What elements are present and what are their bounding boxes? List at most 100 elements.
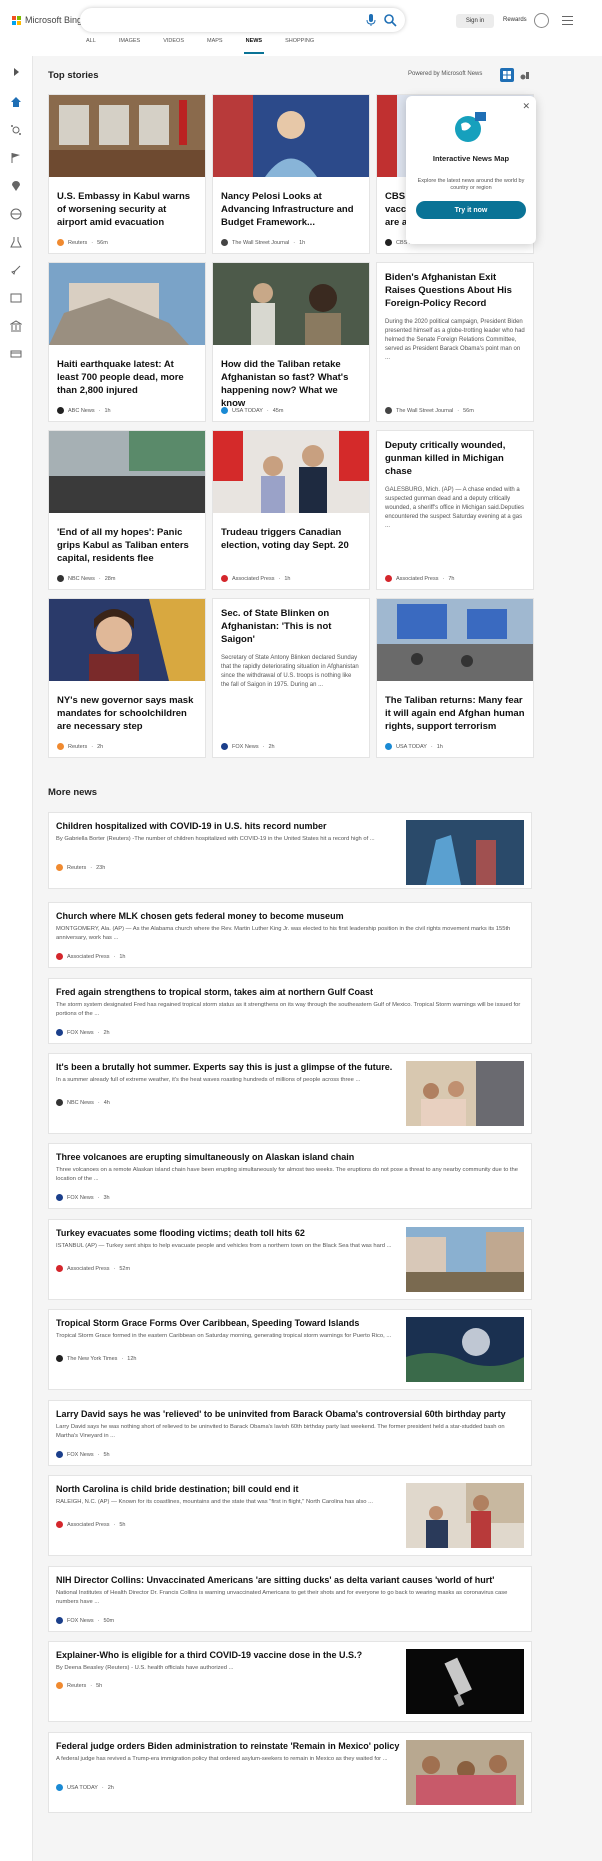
map-view-icon[interactable] (518, 68, 532, 82)
story-title[interactable]: Haiti earthquake latest: At least 700 pe… (49, 358, 205, 397)
story-title[interactable]: Deputy critically wounded, gunman killed… (377, 439, 533, 478)
tab-maps[interactable]: MAPS (207, 38, 223, 56)
source-name: FOX News (67, 1194, 94, 1201)
tab-shopping[interactable]: SHOPPING (285, 38, 314, 56)
story-card[interactable]: Deputy critically wounded, gunman killed… (376, 430, 534, 590)
story-title[interactable]: NY's new governor says mask mandates for… (49, 694, 205, 733)
story-card[interactable]: Haiti earthquake latest: At least 700 pe… (48, 262, 206, 422)
source-name: ABC News (68, 407, 95, 414)
tab-images[interactable]: IMAGES (119, 38, 140, 56)
story-title[interactable]: How did the Taliban retake Afghanistan s… (213, 358, 369, 410)
story-title[interactable]: Sec. of State Blinken on Afghanistan: 'T… (213, 607, 369, 646)
grid-view-icon[interactable] (500, 68, 514, 82)
cbs-logo-icon (385, 239, 392, 246)
wsj-logo-icon (221, 239, 228, 246)
story-card[interactable]: Nancy Pelosi Looks at Advancing Infrastr… (212, 94, 370, 254)
story-card[interactable]: U.S. Embassy in Kabul warns of worsening… (48, 94, 206, 254)
story-title[interactable]: Nancy Pelosi Looks at Advancing Infrastr… (213, 190, 369, 229)
source-name: NBC News (68, 575, 95, 582)
more-news-heading: More news (48, 787, 98, 798)
news-title[interactable]: Three volcanoes are erupting simultaneou… (56, 1151, 354, 1163)
story-title[interactable]: U.S. Embassy in Kabul warns of worsening… (49, 190, 205, 229)
flag-icon[interactable] (10, 152, 22, 164)
science-icon[interactable] (10, 236, 22, 248)
news-list-item[interactable]: North Carolina is child bride destinatio… (48, 1475, 532, 1556)
location-pin-icon[interactable] (10, 180, 22, 192)
news-list-item[interactable]: Explainer-Who is eligible for a third CO… (48, 1641, 532, 1722)
ap-logo-icon (385, 575, 392, 582)
tab-news[interactable]: NEWS (243, 38, 264, 56)
map-popup-description: Explore the latest news around the world… (417, 178, 525, 191)
news-title[interactable]: Children hospitalized with COVID-19 in U… (56, 820, 327, 832)
home-icon[interactable] (10, 96, 22, 108)
story-card[interactable]: NY's new governor says mask mandates for… (48, 598, 206, 758)
story-time: 1h (104, 407, 111, 414)
story-card[interactable]: How did the Taliban retake Afghanistan s… (212, 262, 370, 422)
news-title[interactable]: Federal judge orders Biden administratio… (56, 1740, 399, 1752)
story-snippet: GALESBURG, Mich. (AP) — A chase ended wi… (385, 487, 525, 529)
try-it-now-button[interactable]: Try it now (416, 201, 526, 219)
news-list-item[interactable]: Children hospitalized with COVID-19 in U… (48, 812, 532, 889)
story-title[interactable]: 'End of all my hopes': Panic grips Kabul… (49, 526, 205, 565)
news-list-item[interactable]: NIH Director Collins: Unvaccinated Ameri… (48, 1566, 532, 1632)
ap-logo-icon (221, 575, 228, 582)
tab-videos[interactable]: VIDEOS (163, 38, 184, 56)
story-time: 1h (436, 743, 443, 750)
story-time: 2h (97, 743, 104, 750)
news-list-item[interactable]: Federal judge orders Biden administratio… (48, 1732, 532, 1813)
news-title[interactable]: Turkey evacuates some flooding victims; … (56, 1227, 305, 1239)
bing-logo[interactable]: Microsoft Bing (12, 15, 82, 25)
entertainment-icon[interactable] (10, 292, 22, 304)
rewards-link[interactable]: Rewards (503, 17, 527, 23)
usa-today-logo-icon (221, 407, 228, 414)
category-sidebar (0, 56, 33, 1861)
story-time: 1h (284, 575, 291, 582)
expand-chevron-icon[interactable] (10, 66, 22, 78)
close-icon[interactable]: ✕ (522, 101, 530, 112)
news-list-item[interactable]: Church where MLK chosen gets federal mon… (48, 902, 532, 968)
news-title[interactable]: Explainer-Who is eligible for a third CO… (56, 1649, 362, 1661)
tab-all[interactable]: ALL (86, 38, 96, 56)
globe-icon[interactable] (10, 208, 22, 220)
news-list-item[interactable]: Larry David says he was 'relieved' to be… (48, 1400, 532, 1466)
news-source: Associated Press · 5h (56, 1521, 125, 1528)
news-title[interactable]: Tropical Storm Grace Forms Over Caribbea… (56, 1317, 359, 1329)
news-title[interactable]: Larry David says he was 'relieved' to be… (56, 1408, 506, 1420)
hamburger-menu-icon[interactable] (562, 16, 573, 25)
news-list-item[interactable]: Fred again strengthens to tropical storm… (48, 978, 532, 1044)
story-source: Reuters · 2h (57, 743, 103, 750)
government-icon[interactable] (10, 320, 22, 332)
story-image (377, 599, 533, 681)
news-snippet: Tropical Storm Grace formed in the easte… (56, 1333, 392, 1339)
story-card[interactable]: Sec. of State Blinken on Afghanistan: 'T… (212, 598, 370, 758)
news-title[interactable]: North Carolina is child bride destinatio… (56, 1483, 299, 1495)
news-title[interactable]: Fred again strengthens to tropical storm… (56, 986, 373, 998)
usa-today-logo-icon (56, 1784, 63, 1791)
money-icon[interactable] (10, 348, 22, 360)
story-time: 45m (272, 407, 284, 414)
news-title[interactable]: NIH Director Collins: Unvaccinated Ameri… (56, 1574, 494, 1586)
story-title[interactable]: Biden's Afghanistan Exit Raises Question… (377, 271, 533, 310)
search-box (80, 8, 405, 32)
story-card[interactable]: The Taliban returns: Many fear it will a… (376, 598, 534, 758)
coronavirus-icon[interactable] (10, 124, 22, 136)
news-time: 2h (103, 1029, 110, 1036)
sign-in-button[interactable]: Sign in (456, 14, 494, 28)
microphone-icon[interactable] (365, 13, 377, 27)
news-list-item[interactable]: Tropical Storm Grace Forms Over Caribbea… (48, 1309, 532, 1390)
story-card[interactable]: Biden's Afghanistan Exit Raises Question… (376, 262, 534, 422)
search-icon[interactable] (383, 13, 397, 27)
news-list-item[interactable]: It's been a brutally hot summer. Experts… (48, 1053, 532, 1134)
story-title[interactable]: The Taliban returns: Many fear it will a… (377, 694, 533, 733)
news-list-item[interactable]: Turkey evacuates some flooding victims; … (48, 1219, 532, 1300)
news-title[interactable]: It's been a brutally hot summer. Experts… (56, 1061, 392, 1073)
rocket-icon[interactable] (10, 264, 22, 276)
news-title[interactable]: Church where MLK chosen gets federal mon… (56, 910, 344, 922)
rewards-trophy-icon[interactable] (534, 13, 549, 28)
story-source: Associated Press · 7h (385, 575, 454, 582)
search-input[interactable] (90, 13, 330, 27)
story-card[interactable]: Trudeau triggers Canadian election, voti… (212, 430, 370, 590)
story-title[interactable]: Trudeau triggers Canadian election, voti… (213, 526, 369, 552)
news-list-item[interactable]: Three volcanoes are erupting simultaneou… (48, 1143, 532, 1209)
story-card[interactable]: 'End of all my hopes': Panic grips Kabul… (48, 430, 206, 590)
